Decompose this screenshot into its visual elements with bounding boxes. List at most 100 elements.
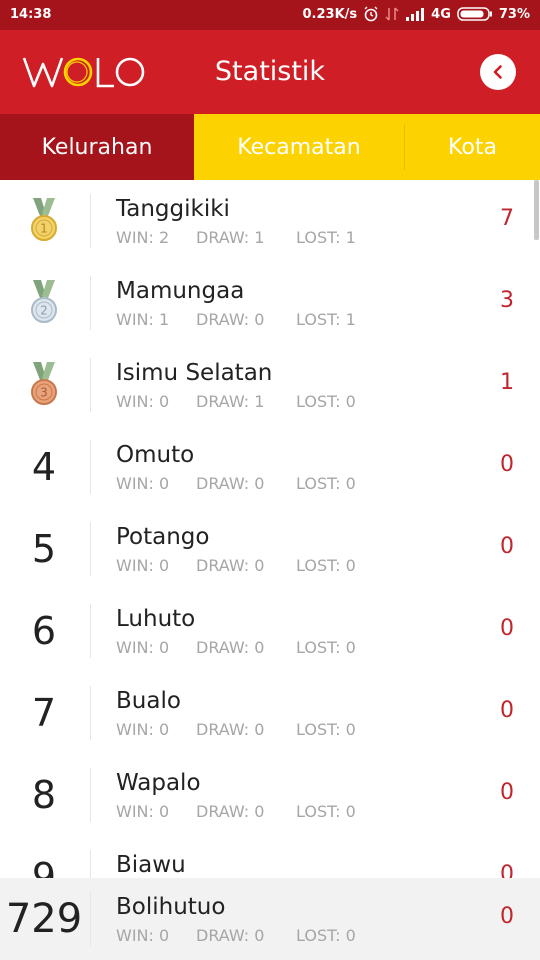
rank-medal: 1 (0, 180, 88, 262)
bronze-medal-icon: 3 (31, 362, 57, 405)
battery-level: 73% (498, 6, 530, 22)
lost-stat: LOST: 1 (296, 310, 356, 329)
draw-label: DRAW: (196, 474, 250, 493)
rank-number: 7 (31, 691, 57, 735)
team-score: 0 (500, 616, 514, 641)
draw-label: DRAW: (196, 228, 250, 247)
draw-stat: DRAW: 0 (196, 556, 264, 575)
svg-text:2: 2 (40, 304, 48, 318)
rank-number: 4 (31, 445, 57, 489)
win-label: WIN: (116, 638, 154, 657)
table-row[interactable]: 5 Potango WIN: 0 DRAW: 0 LOST: 00 (0, 508, 540, 590)
win-label: WIN: (116, 474, 154, 493)
lost-label: LOST: (296, 228, 341, 247)
team-name: Bolihutuo (116, 894, 226, 920)
team-name: Potango (116, 524, 210, 550)
table-row[interactable]: 7 Bualo WIN: 0 DRAW: 0 LOST: 0 0 (0, 672, 540, 754)
back-button[interactable] (480, 54, 516, 90)
divider (90, 194, 91, 248)
table-row[interactable]: 4 Omuto WIN: 0 DRAW: 0 LOST: 00 (0, 426, 540, 508)
lost-value: 0 (345, 556, 356, 575)
app-bar: Statistik (0, 30, 540, 114)
table-row[interactable]: 9BiawuWIN: 0DRAW: 0LOST: 00 (0, 836, 540, 878)
team-score: 0 (500, 698, 514, 723)
divider (90, 768, 91, 822)
win-value: 0 (159, 926, 170, 945)
my-ranking-row[interactable]: 729 Bolihutuo WIN: 0 DRAW: 0 LOST: 0 0 (0, 878, 540, 960)
table-row[interactable]: 3 Isimu Selatan WIN: 0 DRAW: 1 LOST: 0 1 (0, 344, 540, 426)
lost-label: LOST: (296, 720, 341, 739)
team-score: 0 (500, 452, 514, 477)
status-indicators: 0.23K/s 4G 73% (303, 6, 530, 22)
divider (90, 850, 91, 878)
tab-kelurahan[interactable]: Kelurahan (0, 114, 194, 180)
win-stat: WIN: 0 (116, 556, 169, 575)
lost-stat: LOST: 1 (296, 228, 356, 247)
team-name: Wapalo (116, 770, 201, 796)
table-row[interactable]: 1 Tanggikiki WIN: 2 DRAW: 1 LOST: 17 (0, 180, 540, 262)
divider (90, 686, 91, 740)
draw-label: DRAW: (196, 638, 250, 657)
draw-value: 0 (254, 926, 265, 945)
draw-stat: DRAW: 1 (196, 392, 264, 411)
lost-value: 1 (345, 310, 356, 329)
draw-value: 0 (254, 802, 265, 821)
lost-value: 0 (345, 638, 356, 657)
lost-label: LOST: (296, 802, 341, 821)
team-name: Tanggikiki (116, 196, 230, 222)
rank-medal: 2 (0, 262, 88, 344)
lost-value: 0 (345, 926, 356, 945)
team-score: 0 (500, 862, 514, 878)
ranking-list[interactable]: 1 Tanggikiki WIN: 2 DRAW: 1 LOST: 1 7 2 Mamunga… (0, 180, 540, 878)
draw-value: 1 (254, 392, 265, 411)
battery-icon (457, 7, 492, 21)
lost-label: LOST: (296, 310, 341, 329)
draw-value: 0 (254, 310, 265, 329)
lost-value: 0 (345, 474, 356, 493)
lost-stat: LOST: 0 (296, 474, 356, 493)
team-score: 0 (500, 904, 514, 929)
win-value: 0 (159, 474, 170, 493)
draw-label: DRAW: (196, 310, 250, 329)
divider (90, 276, 91, 330)
rank-number: 6 (31, 609, 57, 653)
win-stat: WIN: 0 (116, 638, 169, 657)
win-label: WIN: (116, 802, 154, 821)
win-stat: WIN: 0 (116, 392, 169, 411)
draw-label: DRAW: (196, 392, 250, 411)
data-arrows-icon (385, 7, 399, 21)
draw-stat: DRAW: 0 (196, 474, 264, 493)
draw-label: DRAW: (196, 720, 250, 739)
lost-stat: LOST: 0 (296, 638, 356, 657)
draw-stat: DRAW: 0 (196, 310, 264, 329)
draw-value: 0 (254, 720, 265, 739)
tab-kota[interactable]: Kota (405, 114, 540, 180)
divider (90, 522, 91, 576)
rank-medal: 3 (0, 344, 88, 426)
win-stat: WIN: 0 (116, 720, 169, 739)
win-value: 2 (159, 228, 170, 247)
signal-icon (406, 8, 425, 21)
table-row[interactable]: 6 Luhuto WIN: 0 DRAW: 0 LOST: 00 (0, 590, 540, 672)
network-speed: 0.23K/s (302, 6, 358, 22)
tab-kecamatan[interactable]: Kecamatan (194, 114, 404, 180)
draw-stat: DRAW: 1 (196, 228, 264, 247)
chevron-left-icon (493, 65, 502, 79)
lost-label: LOST: (296, 926, 341, 945)
win-value: 0 (159, 638, 170, 657)
team-score: 7 (500, 206, 514, 231)
lost-value: 1 (345, 228, 356, 247)
win-label: WIN: (116, 228, 154, 247)
win-label: WIN: (116, 310, 154, 329)
win-value: 0 (159, 802, 170, 821)
table-row[interactable]: 2 Mamungaa WIN: 1 DRAW: 0 LOST: 1 3 (0, 262, 540, 344)
scrollbar[interactable] (534, 180, 539, 240)
team-score: 0 (500, 534, 514, 559)
lost-stat: LOST: 0 (296, 392, 356, 411)
win-value: 0 (159, 720, 170, 739)
win-value: 0 (159, 556, 170, 575)
network-type: 4G (431, 6, 451, 22)
table-row[interactable]: 8 Wapalo WIN: 0 DRAW: 0 LOST: 00 (0, 754, 540, 836)
team-name: Bualo (116, 688, 181, 714)
rank-number: 8 (31, 773, 57, 817)
